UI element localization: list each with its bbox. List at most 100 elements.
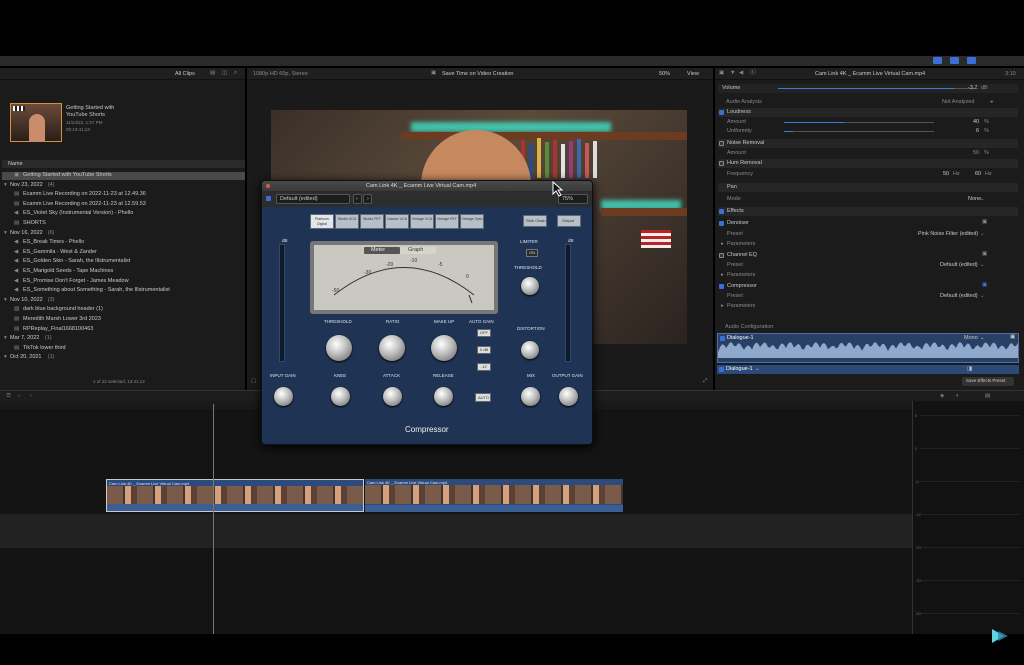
magic-wand-icon[interactable]: ⚹ [990, 99, 993, 106]
circuit-mode-button[interactable]: Platinum Digital [310, 214, 334, 229]
makeup-knob[interactable] [431, 335, 457, 361]
eq-preset-dropdown[interactable]: Default (edited) [940, 262, 978, 269]
loudness-amount-slider[interactable] [784, 122, 934, 123]
browser-row[interactable]: ◀ ES_Marigold Seeds - Tape Machines [2, 268, 245, 276]
view-dropdown[interactable]: View [687, 71, 699, 78]
browser-row[interactable]: ▨ dark blue background header (1) [2, 306, 245, 314]
chevron-down-icon[interactable]: ⌄ [980, 196, 985, 203]
effects-checkbox[interactable] [719, 209, 724, 214]
event-group-row[interactable]: ▾ Mar 7, 2022 (1) [2, 335, 245, 343]
circuit-mode-button[interactable]: Vintage Opto [460, 214, 484, 229]
close-button[interactable] [266, 184, 270, 188]
browser-row[interactable]: ▤ SHORTS [2, 220, 245, 228]
inspector-toggle-icon[interactable] [967, 57, 976, 64]
auto-gain-0db-button[interactable]: 0 dB [477, 346, 491, 354]
audio-skimming-icon[interactable]: ◈ [940, 393, 944, 400]
timeline-clip[interactable]: Cam Link 4K _ Ecamm Live Virtual Cam.mp4 [365, 479, 623, 512]
browser-row[interactable]: ▤ TikTok lower third [2, 345, 245, 353]
channel-eq-checkbox[interactable] [719, 253, 724, 258]
plugin-enable-checkbox[interactable] [266, 196, 271, 201]
auto-gain-off-button[interactable]: OFF [477, 329, 491, 337]
clips-filter-dropdown[interactable]: All Clips [175, 71, 195, 78]
disclosure-icon[interactable]: ▸ [721, 303, 724, 310]
audio-inspector-icon[interactable]: ◀ [739, 70, 743, 77]
preset-dropdown[interactable]: Default (edited) [276, 194, 350, 204]
viewer-square-icon[interactable]: ▢ [251, 378, 256, 385]
knee-knob[interactable] [331, 387, 350, 406]
role-checkbox[interactable] [719, 367, 724, 372]
comp-parameters-row[interactable]: ▸ Parameters [718, 302, 1018, 311]
filter-icon[interactable]: ▼ [730, 70, 735, 77]
filmstrip-icon[interactable]: ▤ [210, 70, 215, 77]
forward-icon[interactable]: › [30, 393, 32, 400]
input-gain-knob[interactable] [274, 387, 293, 406]
fullscreen-icon[interactable]: ⤢ [703, 378, 707, 385]
denoiser-preset-dropdown[interactable]: Pink Noise Filter (edited) [918, 231, 978, 238]
event-group-row[interactable]: ▾ Nov 10, 2022 (3) [2, 297, 245, 305]
auto-release-button[interactable]: AUTO [475, 393, 491, 402]
browser-row[interactable]: ▤ RPReplay_Final1668100463 [2, 326, 245, 334]
event-group-row[interactable]: ▾ Nov 23, 2022 (4) [2, 182, 245, 190]
browser-row[interactable]: ▤ Meredith Marsh Lower 3rd 2023 [2, 316, 245, 324]
limiter-threshold-knob[interactable] [521, 277, 539, 295]
limiter-on-button[interactable]: ON [526, 249, 538, 257]
effect-editor-icon[interactable]: ▣ [982, 251, 987, 258]
dialogue-1-role[interactable]: Dialogue-1 ⌄ ◨ [717, 365, 1019, 374]
index-icon[interactable]: ☰ [6, 393, 11, 400]
uniformity-value[interactable]: 6 [976, 128, 979, 135]
next-preset-button[interactable]: › [363, 194, 372, 204]
browser-row[interactable]: ◀ ES_Gammila - West & Zander [2, 249, 245, 257]
chevron-down-icon[interactable]: ⌄ [755, 366, 760, 373]
mix-knob[interactable] [521, 387, 540, 406]
auto-gain-minus12-button[interactable]: -12 [477, 363, 491, 371]
volume-slider[interactable] [778, 88, 978, 89]
chevron-down-icon[interactable]: ⌄ [980, 293, 985, 300]
browser-row[interactable]: ▤ Ecamm Live Recording on 2022-11-23 at 1… [2, 201, 245, 209]
clip-appearance-icon[interactable]: ▤ [985, 393, 990, 400]
browser-row[interactable]: ▤ Ecamm Live Recording on 2022-11-23 at 1… [2, 191, 245, 199]
video-inspector-icon[interactable]: ▣ [719, 70, 724, 77]
frequency-60[interactable]: 60 [975, 171, 981, 178]
threshold-knob[interactable] [326, 335, 352, 361]
side-chain-button[interactable]: Side Chain [523, 215, 547, 227]
ratio-knob[interactable] [379, 335, 405, 361]
output-gain-knob[interactable] [559, 387, 578, 406]
eq-parameters-row[interactable]: ▸ Parameters [718, 271, 1018, 280]
previous-preset-button[interactable]: ‹ [353, 194, 362, 204]
release-knob[interactable] [434, 387, 453, 406]
denoiser-parameters-row[interactable]: ▸ Parameters [718, 240, 1018, 249]
hum-removal-checkbox[interactable] [719, 161, 724, 166]
browser-row[interactable]: ◀ ES_Golden Skin - Sarah, the Illstrument… [2, 258, 245, 266]
loudness-checkbox[interactable] [719, 110, 724, 115]
comp-preset-dropdown[interactable]: Default (edited) [940, 293, 978, 300]
event-group-row[interactable]: ▾ Nov 16, 2022 (6) [2, 230, 245, 238]
name-column-header[interactable]: Name [8, 161, 23, 168]
event-group-row[interactable]: ▾ Oct 20, 2021 (1) [2, 354, 245, 362]
dialogue-1-channel[interactable]: Dialogue-1 Mono ⌄ ▣ [717, 333, 1019, 363]
parameters-label[interactable]: Parameters [727, 303, 755, 310]
browser-row[interactable]: ▣ Getting Started with YouTube Shorts [2, 172, 245, 180]
zoom-dropdown[interactable]: 50% [659, 71, 670, 78]
denoiser-checkbox[interactable] [719, 221, 724, 226]
chevron-down-icon[interactable]: ⌄ [980, 262, 985, 269]
library-toggle-icon[interactable] [933, 57, 942, 64]
disclosure-icon[interactable]: ▸ [721, 272, 724, 279]
circuit-mode-button[interactable]: Studio FET [360, 214, 384, 229]
browser-row[interactable]: ◀ ES_Promise Don't Forget - James Meadow [2, 278, 245, 286]
timeline-clip[interactable]: Cam Link 4K _ Ecamm Live Virtual Cam.mp4 [106, 479, 364, 512]
uniformity-slider[interactable] [784, 131, 934, 132]
circuit-mode-button[interactable]: Vintage FET [435, 214, 459, 229]
effect-editor-icon[interactable]: ▣ [982, 282, 987, 289]
solo-icon[interactable]: ◐ [956, 393, 959, 400]
disclosure-icon[interactable]: ▸ [721, 241, 724, 248]
browser-row[interactable]: ◀ ES_Something about Something - Sarah, t… [2, 287, 245, 295]
playhead[interactable] [213, 404, 214, 634]
info-icon[interactable]: ⓘ [750, 70, 756, 77]
compressor-checkbox[interactable] [719, 284, 724, 289]
circuit-mode-button[interactable]: Studio VCA [335, 214, 359, 229]
circuit-mode-button[interactable]: Vintage VCA [410, 214, 434, 229]
clip-appearance-icon[interactable]: ◫ [222, 70, 227, 77]
back-icon[interactable]: ‹ [18, 393, 20, 400]
volume-value[interactable]: -3.7 [968, 85, 977, 92]
frequency-50[interactable]: 50 [943, 171, 949, 178]
